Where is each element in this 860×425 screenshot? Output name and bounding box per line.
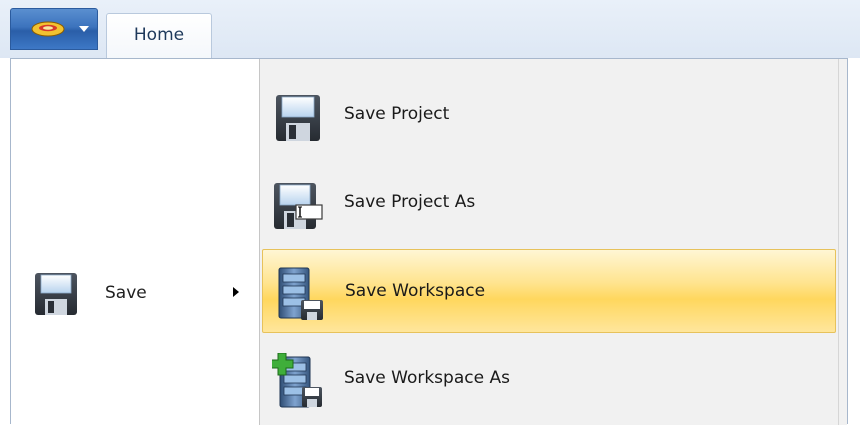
chevron-down-icon [79, 26, 89, 32]
server-save-icon [278, 267, 323, 320]
submenu-item-save-workspace[interactable]: Save Workspace [262, 249, 836, 333]
menu-left-pane: Save [11, 59, 259, 425]
server-save-add-icon [272, 353, 322, 408]
submenu-item-label: Save Project As [344, 192, 476, 212]
menu-item-save[interactable]: Save [11, 267, 259, 327]
application-menu-button[interactable] [10, 8, 98, 50]
submenu-item-save-workspace-as[interactable]: Save Workspace As [262, 337, 836, 421]
tab-home[interactable]: Home [106, 13, 212, 59]
menu-item-label: Save [105, 283, 147, 303]
submenu-item-label: Save Workspace As [344, 368, 510, 388]
floppy-disk-rename-icon [274, 183, 323, 229]
floppy-disk-icon [35, 273, 77, 315]
save-submenu: Save Project Save Project As Save Worksp… [259, 59, 847, 425]
ribbon-header: Home [0, 0, 860, 59]
submenu-item-label: Save Workspace [345, 281, 486, 301]
submenu-item-save-project-as[interactable]: Save Project As [262, 161, 836, 245]
app-logo-icon [31, 21, 65, 37]
floppy-disk-icon [276, 95, 320, 141]
application-menu: Save Save Project Save Project As Save W… [10, 58, 848, 425]
submenu-item-label: Save Project [344, 104, 450, 124]
submenu-item-save-project[interactable]: Save Project [262, 73, 836, 157]
submenu-arrow-icon [233, 287, 239, 297]
